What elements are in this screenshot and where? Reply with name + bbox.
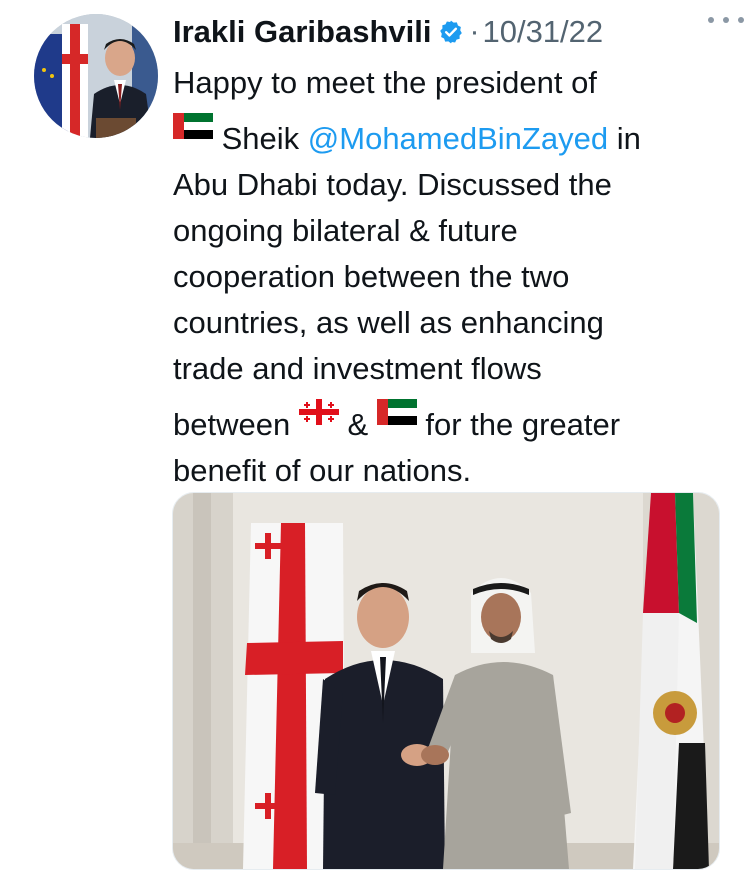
more-dot [708, 17, 714, 23]
tweet-text-fragment: & [338, 407, 377, 442]
avatar[interactable] [34, 14, 158, 138]
tweet-line: trade and investment flows [173, 351, 542, 386]
tweet-line: Abu Dhabi today. Discussed the [173, 167, 612, 202]
more-dot [738, 17, 744, 23]
verified-badge-icon [438, 19, 464, 45]
georgia-flag-icon [298, 392, 339, 438]
mention-link[interactable]: @MohamedBinZayed [308, 121, 608, 156]
tweet-line: benefit of our nations. [173, 453, 472, 488]
uae-flag-icon [376, 392, 417, 438]
tweet-line: cooperation between the two [173, 259, 570, 294]
more-options-icon[interactable] [708, 6, 744, 34]
tweet-line: Happy to meet the president of [173, 65, 597, 100]
separator-dot: · [469, 15, 480, 48]
tweet-line: Sheik @MohamedBinZayed in [173, 106, 733, 162]
tweet-line: ongoing bilateral & future [173, 213, 518, 248]
avatar-photo [34, 14, 158, 138]
tweet-text: Happy to meet the president of Sheik @Mo… [173, 60, 733, 494]
tweet-line: countries, as well as enhancing [173, 305, 604, 340]
tweet-text-fragment: for the greater [416, 407, 621, 442]
more-dot [723, 17, 729, 23]
photo-image [173, 493, 719, 869]
tweet-text-fragment: in [608, 121, 641, 156]
uae-flag-icon [173, 106, 213, 152]
tweet-text-fragment: between [173, 407, 299, 442]
tweet-line: between & for the greater [173, 392, 733, 448]
tweet-header: Irakli Garibashvili · 10/31/22 [173, 12, 733, 52]
author-name[interactable]: Irakli Garibashvili [173, 14, 431, 50]
tweet-text-fragment: Sheik [213, 121, 308, 156]
tweet-date[interactable]: 10/31/22 [482, 14, 603, 50]
tweet-photo[interactable] [172, 492, 720, 870]
